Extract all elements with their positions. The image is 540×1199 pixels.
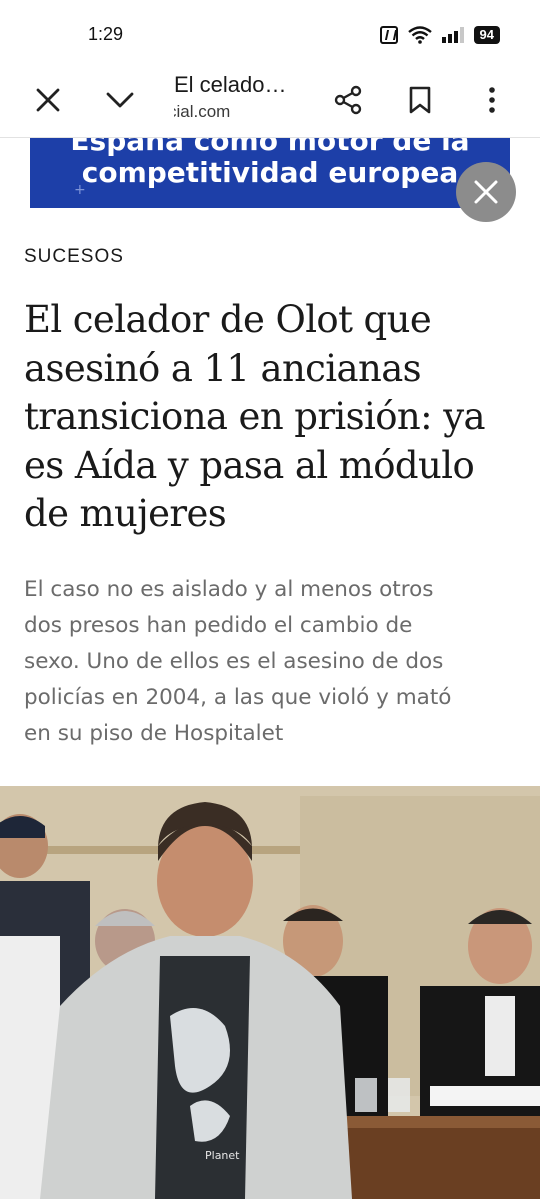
lede-line: dos presos han pedido el cambio de <box>24 613 413 638</box>
share-button[interactable] <box>326 78 370 122</box>
ad-headline-line1: España como motor de la <box>70 138 470 157</box>
lede-line: policías en 2004, a las que violó y mató <box>24 685 452 710</box>
page-title-area[interactable]: El celado… cial.com <box>174 70 314 132</box>
battery-icon: 94 <box>473 26 500 44</box>
page-url: cial.com <box>174 102 231 121</box>
lede-line: El caso no es aislado y al menos otros <box>24 577 434 602</box>
article-lede: El caso no es aislado y al menos otros d… <box>24 572 524 752</box>
ad-close-button[interactable] <box>456 162 516 222</box>
headline-line: asesinó a 11 ancianas <box>24 346 422 390</box>
close-icon <box>474 180 498 204</box>
more-vert-icon <box>489 87 495 113</box>
signal-icon <box>441 27 464 43</box>
ad-headline-line2: competitividad europea <box>81 156 459 189</box>
article-section-label[interactable]: SUCESOS <box>24 246 124 268</box>
bookmark-button[interactable] <box>398 78 442 122</box>
headline-line: transiciona en prisión: ya <box>24 395 486 438</box>
headline-line: es Aída y pasa al módulo <box>24 443 475 487</box>
close-icon <box>36 88 60 112</box>
ad-sparkle-icon: + <box>74 182 86 198</box>
status-bar: 1:29 94 <box>0 0 540 64</box>
custom-tab-toolbar: El celado… cial.com <box>0 64 540 138</box>
headline-line: El celador de Olot que <box>24 298 432 341</box>
minimize-button[interactable] <box>98 78 142 122</box>
lede-line: sexo. Uno de ellos es el asesino de dos <box>24 649 444 674</box>
article-photo[interactable]: Planet <box>0 786 540 1199</box>
share-icon <box>334 85 362 115</box>
wifi-icon <box>407 26 432 44</box>
status-time: 1:29 <box>88 24 124 44</box>
shirt-print-text: Planet <box>205 1149 240 1162</box>
chevron-down-icon <box>106 92 134 108</box>
bookmark-icon <box>409 86 431 114</box>
lede-line: en su piso de Hospitalet <box>24 721 284 746</box>
headline-line: de mujeres <box>24 492 227 535</box>
article-headline: El celador de Olot que asesinó a 11 anci… <box>24 296 524 539</box>
nfc-icon <box>379 26 398 44</box>
status-icons: 94 <box>379 26 500 44</box>
close-tab-button[interactable] <box>26 78 70 122</box>
more-options-button[interactable] <box>470 78 514 122</box>
courtroom-photo: Planet <box>0 786 540 1199</box>
page-title: El celado… <box>174 72 287 97</box>
ad-banner[interactable]: España como motor de la competitividad e… <box>30 138 510 208</box>
